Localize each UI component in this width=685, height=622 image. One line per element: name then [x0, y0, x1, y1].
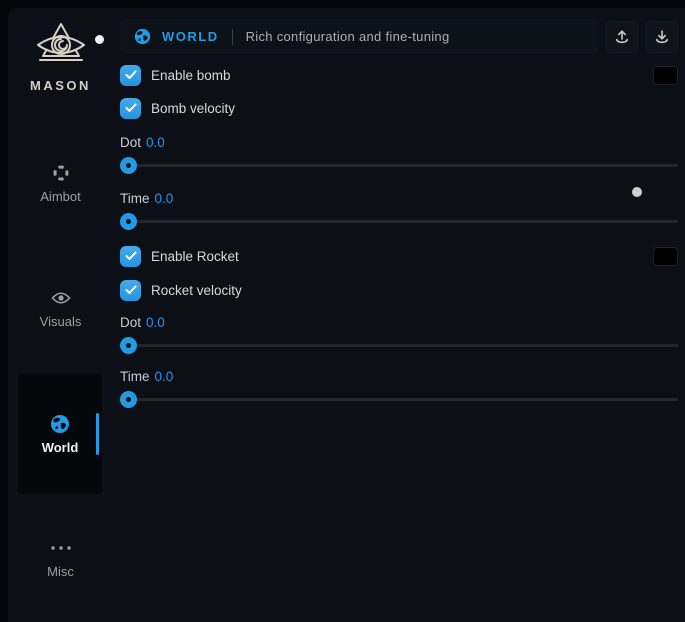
- slider-name: Time: [120, 369, 150, 384]
- slider-name: Dot: [120, 315, 141, 330]
- slider-label-dot: Dot 0.0: [120, 135, 678, 150]
- slider-knob[interactable]: [120, 157, 137, 174]
- page-title-bar: WORLD Rich configuration and fine-tuning: [120, 20, 598, 53]
- slider-track: [122, 344, 678, 347]
- download-config-button[interactable]: [646, 21, 678, 53]
- toggle-enable-rocket: Enable Rocket: [120, 245, 678, 267]
- cursor-dot: [632, 187, 642, 197]
- slider-dot-bomb[interactable]: [120, 157, 678, 174]
- app-window: MASON Aimbot Visuals: [8, 8, 685, 622]
- toggle-label: Bomb velocity: [151, 101, 235, 116]
- sidebar-item-aimbot[interactable]: Aimbot: [8, 163, 113, 204]
- sidebar-item-label: Aimbot: [8, 189, 113, 204]
- slider-value: 0.0: [146, 135, 165, 150]
- toggle-label: Rocket velocity: [151, 283, 242, 298]
- slider-knob[interactable]: [120, 391, 137, 408]
- checkbox-checked[interactable]: [120, 246, 141, 267]
- toggle-label: Enable Rocket: [151, 249, 239, 264]
- logo-text: MASON: [8, 78, 113, 93]
- slider-value: 0.0: [155, 369, 174, 384]
- globe-icon: [134, 28, 151, 45]
- color-swatch[interactable]: [653, 66, 678, 85]
- download-icon: [654, 29, 670, 45]
- slider-time-rocket[interactable]: [120, 391, 678, 408]
- slider-label-time: Time 0.0: [120, 191, 678, 206]
- sidebar: MASON Aimbot Visuals: [8, 8, 113, 622]
- dots-icon: [8, 538, 113, 558]
- sidebar-item-label: Misc: [8, 564, 113, 579]
- slider-name: Time: [120, 191, 150, 206]
- eye-icon: [8, 288, 113, 308]
- main-panel: WORLD Rich configuration and fine-tuning: [120, 8, 678, 408]
- page-header: WORLD Rich configuration and fine-tuning: [120, 20, 678, 53]
- toggle-enable-bomb: Enable bomb: [120, 64, 678, 86]
- divider: [232, 29, 233, 45]
- sidebar-item-world[interactable]: World: [18, 374, 102, 494]
- slider-track: [122, 164, 678, 167]
- slider-track: [122, 398, 678, 401]
- slider-label-dot: Dot 0.0: [120, 315, 678, 330]
- upload-config-button[interactable]: [606, 21, 638, 53]
- sidebar-item-label: Visuals: [8, 314, 113, 329]
- cursor-dot: [95, 35, 104, 44]
- app-logo: MASON: [8, 20, 113, 93]
- slider-time-bomb[interactable]: [120, 213, 678, 230]
- toggle-label: Enable bomb: [151, 68, 231, 83]
- checkbox-checked[interactable]: [120, 98, 141, 119]
- slider-knob[interactable]: [120, 213, 137, 230]
- sidebar-item-label: World: [42, 440, 79, 455]
- color-swatch[interactable]: [653, 247, 678, 266]
- crosshair-icon: [8, 163, 113, 183]
- slider-name: Dot: [120, 135, 141, 150]
- checkbox-checked[interactable]: [120, 65, 141, 86]
- slider-track: [122, 220, 678, 223]
- toggle-bomb-velocity: Bomb velocity: [120, 97, 678, 119]
- illuminati-eye-logo-icon: [8, 20, 113, 74]
- checkbox-checked[interactable]: [120, 280, 141, 301]
- page-title: WORLD: [162, 29, 219, 44]
- sidebar-item-misc[interactable]: Misc: [8, 538, 113, 579]
- sidebar-item-visuals[interactable]: Visuals: [8, 288, 113, 329]
- slider-value: 0.0: [146, 315, 165, 330]
- toggle-rocket-velocity: Rocket velocity: [120, 279, 678, 301]
- slider-dot-rocket[interactable]: [120, 337, 678, 354]
- upload-icon: [614, 29, 630, 45]
- slider-value: 0.0: [155, 191, 174, 206]
- slider-label-time: Time 0.0: [120, 369, 678, 384]
- page-subtitle: Rich configuration and fine-tuning: [246, 29, 450, 44]
- globe-icon: [50, 414, 70, 434]
- active-tab-indicator: [96, 413, 99, 455]
- slider-knob[interactable]: [120, 337, 137, 354]
